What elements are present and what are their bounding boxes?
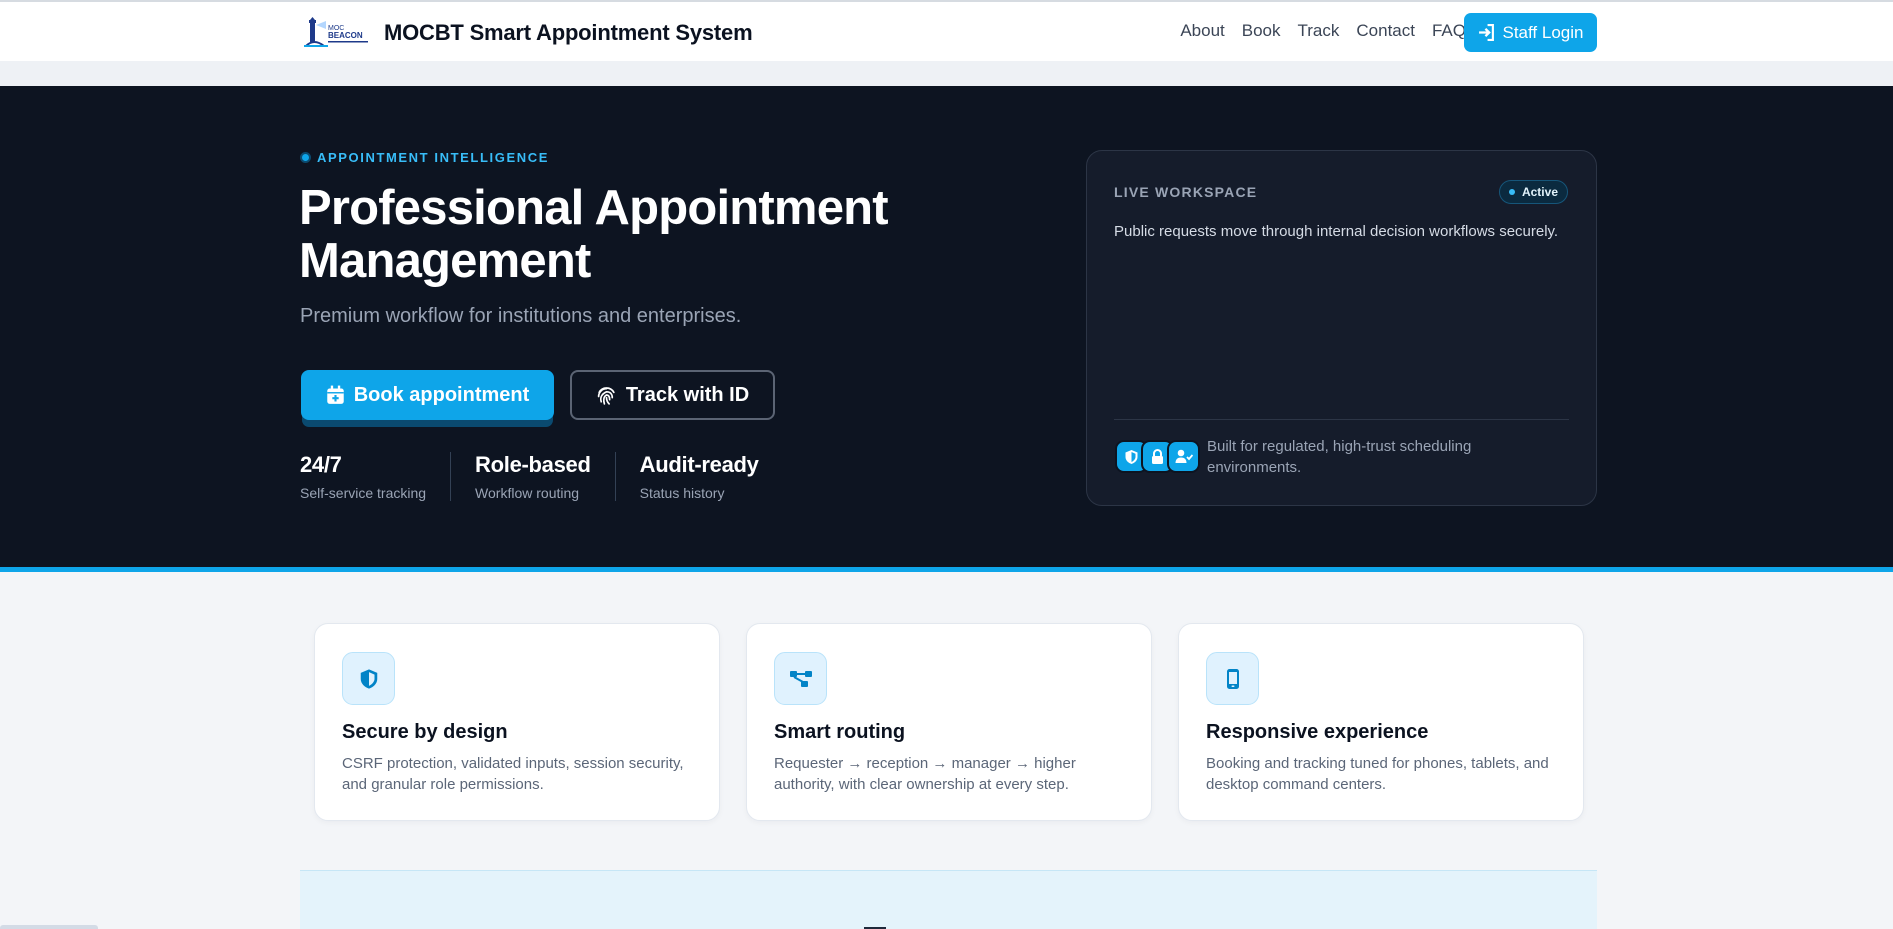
- book-appointment-label: Book appointment: [353, 383, 530, 406]
- live-workspace-card: LIVE WORKSPACE Active Public requests mo…: [1086, 150, 1597, 506]
- hero-eyebrow: APPOINTMENT INTELLIGENCE: [300, 150, 549, 165]
- eyebrow-label: APPOINTMENT INTELLIGENCE: [317, 150, 549, 165]
- nav-link-faq[interactable]: FAQ: [1432, 21, 1466, 41]
- feature-description: Requester → reception → manager → higher…: [774, 755, 1076, 793]
- hero-title: Professional Appointment Management: [299, 181, 889, 288]
- workspace-footer-text: Built for regulated, high-trust scheduli…: [1207, 438, 1472, 476]
- feature-title: Responsive experience: [1206, 721, 1429, 743]
- trust-icon-stack: [1115, 440, 1200, 473]
- calendar-plus-icon: [326, 385, 344, 404]
- hero-section: APPOINTMENT INTELLIGENCE Professional Ap…: [0, 86, 1893, 572]
- staff-login-label: Staff Login: [1502, 22, 1584, 42]
- nav-link-contact[interactable]: Contact: [1356, 21, 1415, 41]
- login-icon: [1478, 24, 1494, 41]
- staff-login-button[interactable]: Staff Login: [1464, 13, 1597, 52]
- top-navbar: MOC BEACON MOCBT Smart Appointment Syste…: [0, 0, 1893, 61]
- brand[interactable]: MOC BEACON MOCBT Smart Appointment Syste…: [300, 16, 753, 50]
- shield-icon: [342, 652, 395, 705]
- feature-title: Smart routing: [774, 721, 906, 743]
- feature-card-routing: Smart routing Requester → reception → ma…: [746, 623, 1152, 821]
- status-badge: Active: [1498, 180, 1568, 204]
- fingerprint-icon: [597, 386, 615, 405]
- book-appointment-button[interactable]: Book appointment: [301, 370, 554, 420]
- status-badge-label: Active: [1521, 185, 1558, 199]
- hero-stats: 24/7 Self-service tracking Role-based Wo…: [300, 452, 783, 501]
- routing-icon: [774, 652, 827, 705]
- beacon-logo: MOC BEACON: [300, 16, 372, 50]
- eyebrow-dot-icon: [300, 152, 311, 163]
- mobile-icon: [1206, 652, 1259, 705]
- nav-spacer: [0, 61, 1893, 86]
- user-check-icon: [1167, 440, 1200, 473]
- workspace-label: LIVE WORKSPACE: [1114, 184, 1258, 200]
- svg-text:BEACON: BEACON: [328, 31, 363, 40]
- feature-description: Booking and tracking tuned for phones, t…: [1206, 755, 1549, 793]
- brand-title: MOCBT Smart Appointment System: [384, 20, 753, 45]
- workspace-description: Public requests move through internal de…: [1114, 223, 1559, 240]
- status-dot-icon: [1508, 189, 1515, 195]
- feature-card-secure: Secure by design CSRF protection, valida…: [314, 623, 720, 821]
- feature-card-responsive: Responsive experience Booking and tracki…: [1178, 623, 1584, 821]
- divider: [1114, 419, 1569, 420]
- scroll-tab[interactable]: [0, 925, 98, 929]
- stat-value: Role-based: [475, 452, 591, 477]
- stat-routing: Role-based Workflow routing: [450, 452, 615, 501]
- nav-link-track[interactable]: Track: [1298, 21, 1340, 41]
- stat-value: Audit-ready: [639, 452, 759, 477]
- track-with-id-label: Track with ID: [625, 383, 750, 406]
- stat-label: Status history: [639, 485, 725, 501]
- primary-nav: About Book Track Contact FAQ: [1180, 21, 1466, 41]
- bottom-section-panel: [300, 870, 1597, 929]
- stat-audit: Audit-ready Status history: [614, 452, 783, 501]
- feature-description: CSRF protection, validated inputs, sessi…: [342, 755, 684, 793]
- stat-tracking: 24/7 Self-service tracking: [300, 452, 450, 501]
- stat-label: Self-service tracking: [300, 485, 427, 501]
- stat-value: 24/7: [300, 452, 342, 477]
- nav-link-book[interactable]: Book: [1242, 21, 1281, 41]
- hero-subtitle: Premium workflow for institutions and en…: [300, 305, 742, 327]
- feature-title: Secure by design: [342, 721, 508, 743]
- stat-label: Workflow routing: [475, 485, 580, 501]
- track-with-id-button[interactable]: Track with ID: [570, 370, 775, 420]
- nav-link-about[interactable]: About: [1180, 21, 1224, 41]
